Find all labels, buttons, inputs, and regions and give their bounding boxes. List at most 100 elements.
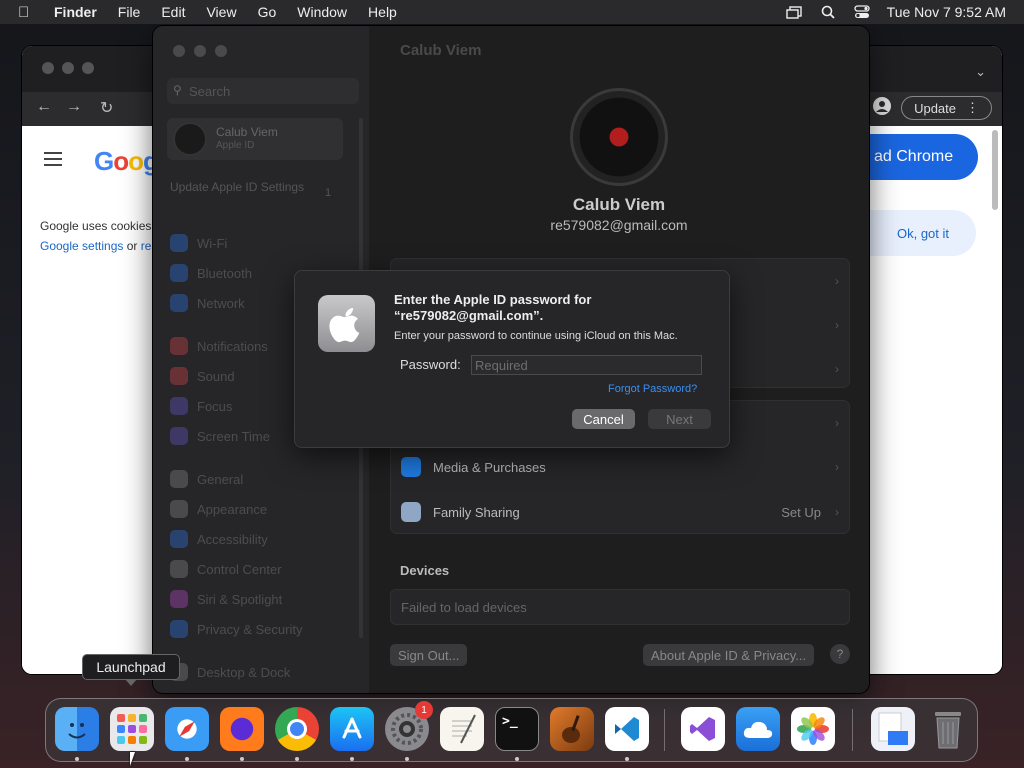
sidebar-item-focus[interactable]: Focus — [170, 395, 232, 417]
sidebar-item-general[interactable]: General — [170, 468, 243, 490]
sidebar-item-accessibility[interactable]: Accessibility — [170, 528, 268, 550]
forward-arrow-icon[interactable]: → — [66, 98, 82, 116]
sidebar-item-label: Network — [197, 295, 245, 311]
sidebar-item-network[interactable]: Network — [170, 292, 245, 314]
about-apple-id-button[interactable]: About Apple ID & Privacy... — [643, 644, 815, 666]
media-purchases-label: Media & Purchases — [433, 459, 546, 475]
menu-window[interactable]: Window — [297, 4, 347, 20]
apple-menu-icon[interactable]:  — [18, 4, 38, 21]
search-placeholder: Search — [189, 84, 231, 99]
sidebar-item-appearance[interactable]: Appearance — [170, 498, 267, 520]
profile-icon[interactable] — [873, 96, 892, 120]
update-label: Update — [914, 100, 956, 116]
apple-id-avatar[interactable] — [570, 88, 668, 186]
ok-got-it-button[interactable]: Ok, got it — [870, 210, 976, 256]
sidebar-item-update-apple-id[interactable]: Update Apple ID Settings — [170, 179, 310, 195]
sidebar-item-label: Bluetooth — [197, 265, 252, 281]
visual-studio-icon[interactable] — [681, 707, 725, 751]
back-arrow-icon[interactable]: ← — [36, 98, 52, 116]
sidebar-account-name: Calub Viem — [216, 125, 278, 139]
safari-icon[interactable] — [165, 707, 209, 751]
general-icon — [170, 470, 188, 488]
user-name: Calub Viem — [572, 195, 666, 214]
chrome-right-toolbar: Update ⋮ — [873, 96, 992, 120]
sidebar-item-screen-time[interactable]: Screen Time — [170, 425, 270, 447]
next-button[interactable]: Next — [648, 409, 711, 429]
password-label: Password: — [400, 357, 461, 372]
cookie-link-2[interactable]: re — [141, 239, 152, 253]
chevron-down-icon[interactable]: ⌄ — [975, 64, 986, 80]
user-email: re579082@gmail.com — [550, 217, 688, 233]
firefox-icon[interactable] — [220, 707, 264, 751]
settings-minimize-dot[interactable] — [194, 45, 206, 57]
menu-clock[interactable]: Tue Nov 7 9:52 AM — [887, 4, 1006, 20]
textedit-icon[interactable] — [440, 707, 484, 751]
sidebar-item-bluetooth[interactable]: Bluetooth — [170, 262, 252, 284]
garageband-icon[interactable] — [550, 707, 594, 751]
forgot-password-link[interactable]: Forgot Password? — [608, 383, 697, 395]
chrome-close-dot[interactable] — [42, 62, 54, 74]
chevron-right-icon: › — [835, 416, 839, 430]
settings-zoom-dot[interactable] — [215, 45, 227, 57]
running-indicator — [75, 757, 79, 761]
sidebar-item-wi-fi[interactable]: Wi-Fi — [170, 232, 227, 254]
help-button[interactable]: ? — [830, 644, 850, 664]
media-purchases-row[interactable]: Media & Purchases › — [391, 445, 849, 489]
dock-separator — [852, 709, 853, 751]
terminal-icon[interactable]: >_ — [495, 707, 539, 751]
menu-app-name[interactable]: Finder — [54, 4, 97, 20]
network-icon — [170, 294, 188, 312]
chrome-update-button[interactable]: Update ⋮ — [901, 96, 992, 120]
trash-icon[interactable] — [926, 707, 970, 751]
sidebar-item-label: Control Center — [197, 561, 282, 577]
hamburger-menu-icon[interactable] — [44, 152, 62, 170]
finder-icon[interactable] — [55, 707, 99, 751]
control-center-icon[interactable] — [853, 5, 871, 19]
settings-search-field[interactable]: ⚲ Search — [167, 78, 359, 104]
app-store-icon[interactable] — [330, 707, 374, 751]
chrome-minimize-dot[interactable] — [62, 62, 74, 74]
downloads-stack-icon[interactable] — [871, 707, 915, 751]
photos-icon[interactable] — [791, 707, 835, 751]
sidebar-item-desktop-dock[interactable]: Desktop & Dock — [170, 661, 290, 683]
reload-icon[interactable]: ↻ — [100, 98, 113, 118]
menu-file[interactable]: File — [118, 4, 141, 20]
menu-go[interactable]: Go — [258, 4, 277, 20]
sign-out-button[interactable]: Sign Out... — [390, 644, 468, 666]
control-center-icon — [170, 560, 188, 578]
stage-manager-icon[interactable] — [785, 5, 803, 19]
chrome-icon[interactable] — [275, 707, 319, 751]
sidebar-item-label: Focus — [197, 398, 233, 414]
sidebar-item-apple-id[interactable]: Calub Viem Apple ID — [167, 118, 343, 160]
avatar — [173, 122, 207, 156]
sidebar-item-control-center[interactable]: Control Center — [170, 558, 282, 580]
sidebar-item-notifications[interactable]: Notifications — [170, 335, 268, 357]
menu-help[interactable]: Help — [368, 4, 397, 20]
chrome-zoom-dot[interactable] — [82, 62, 94, 74]
vscode-icon[interactable] — [605, 707, 649, 751]
sidebar-account-sub: Apple ID — [216, 140, 255, 151]
sidebar-item-privacy-security[interactable]: Privacy & Security — [170, 618, 302, 640]
menu-edit[interactable]: Edit — [161, 4, 185, 20]
sidebar-item-label: Accessibility — [197, 531, 268, 547]
cancel-button[interactable]: Cancel — [572, 409, 635, 429]
launchpad-icon[interactable] — [110, 707, 154, 751]
more-menu-icon: ⋮ — [966, 100, 979, 115]
family-sharing-row[interactable]: Family Sharing Set Up › — [391, 490, 849, 534]
sidebar-item-siri-spotlight[interactable]: Siri & Spotlight — [170, 588, 282, 610]
appearance-icon — [170, 500, 188, 518]
google-logo: Goog — [94, 146, 159, 176]
sidebar-item-label: Notifications — [197, 338, 268, 354]
sidebar-item-sound[interactable]: Sound — [170, 365, 235, 387]
system-settings-icon[interactable]: 1 — [385, 701, 433, 751]
menu-view[interactable]: View — [206, 4, 236, 20]
icloud-icon[interactable] — [736, 707, 780, 751]
download-chrome-button[interactable]: ad Chrome — [870, 134, 978, 180]
spotlight-search-icon[interactable] — [819, 5, 837, 19]
notifications-icon — [170, 337, 188, 355]
sidebar-item-label: Privacy & Security — [197, 621, 303, 637]
settings-close-dot[interactable] — [173, 45, 185, 57]
chrome-scrollbar[interactable] — [992, 130, 998, 210]
password-field[interactable] — [471, 355, 702, 375]
google-settings-link[interactable]: Google settings — [40, 239, 123, 253]
